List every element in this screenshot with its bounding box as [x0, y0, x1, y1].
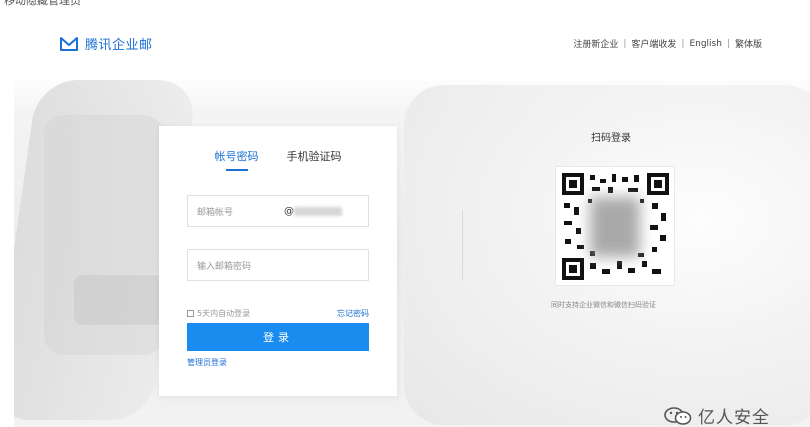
tab-sms-code[interactable]: 手机验证码 [287, 148, 342, 171]
english-link[interactable]: English [689, 39, 722, 49]
watermark: 亿人安全 [664, 403, 770, 427]
email-field[interactable]: 邮箱帐号 @ [187, 195, 369, 227]
login-tabs: 帐号密码 手机验证码 [159, 148, 397, 171]
register-link[interactable]: 注册新企业 [573, 37, 618, 50]
email-domain-at: @ [284, 205, 294, 217]
tab-account-password[interactable]: 帐号密码 [215, 148, 259, 171]
background-shape [74, 275, 164, 325]
login-card: 帐号密码 手机验证码 邮箱帐号 @ 输入邮箱密码 5天内自动登录 忘记密码 登录… [159, 126, 397, 396]
wechat-icon [664, 406, 692, 425]
qr-code[interactable] [555, 166, 675, 286]
mail-logo-icon [60, 36, 78, 51]
login-button[interactable]: 登录 [187, 323, 369, 351]
client-link[interactable]: 客户端收发 [631, 37, 676, 50]
email-domain-blurred [294, 207, 342, 216]
password-field[interactable]: 输入邮箱密码 [187, 249, 369, 281]
link-separator: | [681, 38, 685, 49]
forgot-password-link[interactable]: 忘记密码 [337, 308, 369, 319]
header: 腾讯企业邮 注册新企业 | 客户端收发 | English | 繁体版 [14, 25, 810, 63]
vertical-divider [462, 210, 463, 280]
admin-login-link[interactable]: 管理员登录 [187, 357, 227, 368]
watermark-text: 亿人安全 [698, 408, 770, 427]
top-links: 注册新企业 | 客户端收发 | English | 繁体版 [573, 37, 762, 51]
top-caption: 移动隐藏管理员 [0, 0, 300, 10]
qr-blur-overlay [590, 197, 640, 257]
link-separator: | [623, 38, 627, 49]
logo-text: 腾讯企业邮 [85, 38, 153, 53]
password-placeholder: 输入邮箱密码 [197, 261, 252, 272]
traditional-chinese-link[interactable]: 繁体版 [735, 37, 762, 50]
link-separator: | [726, 38, 730, 49]
remember-login[interactable]: 5天内自动登录 [187, 308, 250, 319]
qr-title: 扫码登录 [591, 133, 631, 144]
email-placeholder: 邮箱帐号 [197, 207, 234, 218]
qr-caption: 同时支持企业微信和微信扫码验证 [551, 301, 656, 309]
remember-checkbox[interactable] [187, 310, 194, 317]
caption-text: 移动隐藏管理员 [4, 0, 81, 7]
login-page: 腾讯企业邮 注册新企业 | 客户端收发 | English | 繁体版 帐号密码… [14, 25, 810, 427]
remember-label: 5天内自动登录 [197, 309, 251, 318]
logo[interactable]: 腾讯企业邮 [59, 34, 153, 53]
